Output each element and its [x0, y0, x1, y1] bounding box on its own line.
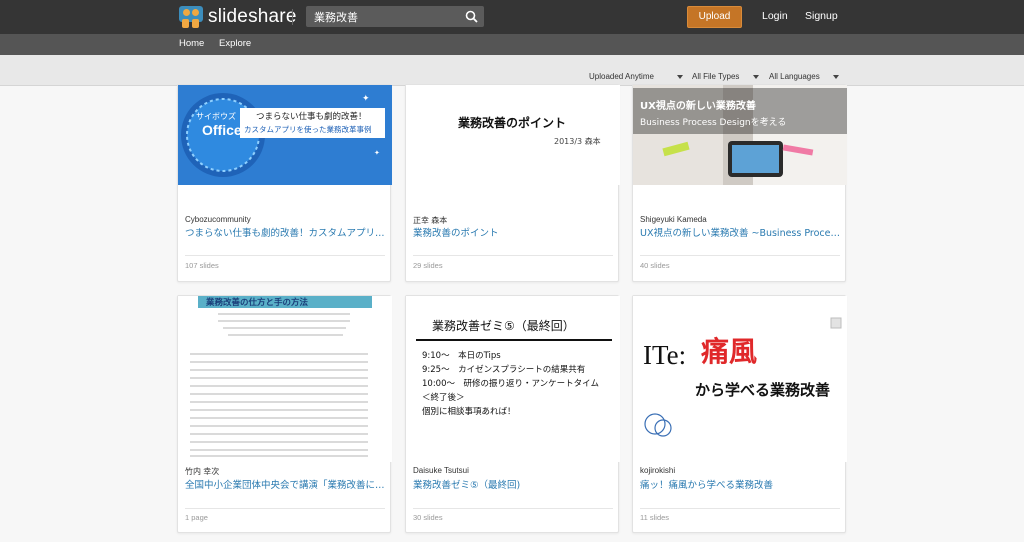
thumb-line: 個別に相談事項あれば！: [422, 407, 516, 417]
slide-thumbnail[interactable]: ITe: 痛風 から学べる業務改善: [633, 296, 847, 462]
card-divider: [640, 508, 840, 509]
slide-title-link[interactable]: 痛ッ！痛風から学べる業務改善: [640, 477, 840, 491]
header-divider: [292, 9, 293, 25]
decor-art: [644, 317, 842, 437]
slide-thumbnail[interactable]: 業務改善ゼミ⑤（最終回） 9:10〜 本日のTips 9:25〜 カイゼンスプラ…: [406, 296, 620, 462]
thumb-heading: 業務改善ゼミ⑤（最終回）: [432, 319, 575, 333]
search-box[interactable]: [306, 6, 484, 27]
svg-text:✦: ✦: [362, 94, 370, 104]
slide-count: 107 slides: [185, 261, 219, 270]
slide-card[interactable]: ITe: 痛風 から学べる業務改善 kojirokishi 痛ッ！痛風から学べる…: [632, 295, 847, 533]
slide-title-link[interactable]: 業務改善ゼミ⑤（最終回): [413, 477, 613, 491]
thumb-line2: カスタムアプリを使った業務改革事例: [244, 125, 372, 134]
filter-upload-time[interactable]: Uploaded Anytime: [589, 72, 654, 81]
chevron-down-icon[interactable]: [677, 75, 683, 79]
author-name[interactable]: Shigeyuki Kameda: [640, 215, 707, 224]
slide-thumbnail[interactable]: 業務改善のポイント 2013/3 森本: [406, 85, 620, 185]
slide-card[interactable]: UX視点の新しい業務改善 Business Process Designを考える…: [632, 84, 847, 282]
slide-card[interactable]: 業務改善の仕方と手の方法 竹内 幸次 全国中小企業団体中央会で講演「業務改善に……: [177, 295, 392, 533]
search-input[interactable]: [314, 9, 464, 24]
author-name[interactable]: 竹内 幸次: [185, 466, 219, 477]
filter-bar: Uploaded Anytime All File Types All Lang…: [0, 55, 1024, 86]
slide-title-link[interactable]: 全国中小企業団体中央会で講演「業務改善に…: [185, 477, 385, 491]
signup-link[interactable]: Signup: [805, 10, 838, 22]
upload-button[interactable]: Upload: [687, 6, 742, 28]
login-link[interactable]: Login: [762, 10, 788, 22]
slide-thumbnail[interactable]: 業務改善の仕方と手の方法: [178, 296, 392, 462]
nav-home[interactable]: Home: [179, 38, 204, 49]
document-lines-art: [190, 313, 368, 457]
slide-thumbnail[interactable]: UX視点の新しい業務改善 Business Process Designを考える: [633, 85, 847, 185]
card-divider: [413, 255, 613, 256]
thumb-line1: UX視点の新しい業務改善: [640, 101, 756, 112]
slide-card[interactable]: 業務改善ゼミ⑤（最終回） 9:10〜 本日のTips 9:25〜 カイゼンスプラ…: [405, 295, 620, 533]
slide-card[interactable]: ✦ ✦ サイボウズ Office つまらない仕事も劇的改善！ カスタムアプリを使…: [177, 84, 392, 282]
thumb-badge-main: Office: [202, 122, 242, 138]
slide-thumbnail[interactable]: ✦ ✦ サイボウズ Office つまらない仕事も劇的改善！ カスタムアプリを使…: [178, 85, 392, 185]
slideshare-logo[interactable]: slideshare: [178, 4, 297, 30]
author-name[interactable]: Cybozucommunity: [185, 215, 251, 224]
card-divider: [185, 255, 385, 256]
filter-languages[interactable]: All Languages: [769, 72, 820, 81]
slide-count: 29 slides: [413, 261, 443, 270]
logo-text: slideshare: [208, 6, 297, 27]
author-name[interactable]: Daisuke Tsutsui: [413, 466, 469, 475]
thumb-heading: 業務改善のポイント: [458, 116, 567, 130]
card-divider: [413, 508, 613, 509]
top-header: slideshare Upload Login Signup: [0, 0, 1024, 34]
thumb-line2: Business Process Designを考える: [640, 118, 787, 128]
slide-title-link[interactable]: UX視点の新しい業務改善 ~Business Proces…: [640, 225, 840, 239]
chevron-down-icon[interactable]: [753, 75, 759, 79]
slide-count: 11 slides: [640, 513, 670, 522]
search-icon[interactable]: [465, 10, 478, 23]
results-grid: ✦ ✦ サイボウズ Office つまらない仕事も劇的改善！ カスタムアプリを使…: [0, 84, 1024, 542]
thumb-line: 9:10〜 本日のTips: [422, 351, 501, 361]
thumb-line: 9:25〜 カイゼンスプラシートの結果共有: [422, 365, 586, 375]
card-divider: [185, 508, 385, 509]
thumb-rule: [416, 339, 612, 341]
thumb-line1: つまらない仕事も劇的改善！: [256, 112, 367, 122]
filter-file-types[interactable]: All File Types: [692, 72, 739, 81]
slide-count: 30 slides: [413, 513, 443, 522]
thumb-badge-top: サイボウズ: [196, 112, 236, 121]
slide-count: 40 slides: [640, 261, 670, 270]
slide-count: 1 page: [185, 513, 208, 522]
card-divider: [640, 255, 840, 256]
slide-title-link[interactable]: つまらない仕事も劇的改善！カスタムアプリ…: [185, 225, 385, 239]
thumb-sub: 2013/3 森本: [554, 137, 601, 146]
nav-bar: Home Explore: [0, 34, 1024, 55]
slide-title-link[interactable]: 業務改善のポイント: [413, 225, 613, 239]
chevron-down-icon[interactable]: [833, 75, 839, 79]
thumb-line: 10:00〜 研修の振り返り・アンケートタイム: [422, 379, 599, 389]
svg-text:✦: ✦: [374, 149, 380, 157]
author-name[interactable]: kojirokishi: [640, 466, 675, 475]
thumb-line: ＜終了後＞: [422, 393, 465, 403]
logo-icon: [178, 4, 204, 30]
slide-card[interactable]: 業務改善のポイント 2013/3 森本 正幸 森本 業務改善のポイント 29 s…: [405, 84, 620, 282]
nav-explore[interactable]: Explore: [219, 38, 251, 49]
